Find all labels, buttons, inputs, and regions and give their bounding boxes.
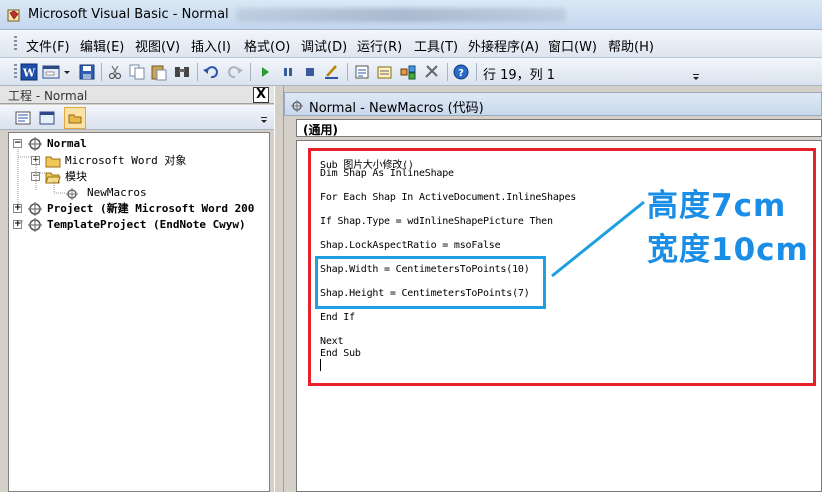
design-icon[interactable] [323, 63, 341, 81]
cut-icon[interactable] [106, 63, 124, 81]
app-icon[interactable] [6, 7, 22, 23]
code-line: Next [320, 336, 344, 347]
menu-run[interactable]: 运行(R) [357, 36, 402, 55]
undo-icon[interactable] [202, 63, 220, 81]
menu-grip[interactable] [14, 36, 17, 52]
project-explorer-header: 工程 - Normal X [0, 86, 274, 104]
project-icon[interactable] [353, 63, 371, 81]
stop-icon[interactable] [301, 63, 319, 81]
code-window-title-bar: Normal - NewMacros (代码) [284, 92, 822, 116]
save-icon[interactable] [78, 63, 96, 81]
menu-insert[interactable]: 插入(I) [191, 36, 231, 55]
object-dropdown[interactable]: (通用) [296, 119, 822, 137]
help-icon[interactable]: ? [452, 63, 470, 81]
code-line: If Shap.Type = wdInlineShapePicture Then [320, 216, 553, 227]
window-title: Microsoft Visual Basic - Normal [28, 7, 229, 22]
menu-tools[interactable]: 工具(T) [414, 36, 458, 55]
code-line: For Each Shap In ActiveDocument.InlineSh… [320, 192, 577, 203]
cursor-position: 行 19，列 1 [483, 68, 556, 83]
paste-icon[interactable] [150, 63, 168, 81]
object-browser-icon[interactable] [399, 63, 417, 81]
annotation-height: 高度7cm [647, 188, 787, 224]
chevron-down-icon[interactable] [258, 113, 270, 127]
module-icon [291, 100, 303, 112]
menu-edit[interactable]: 编辑(E) [80, 36, 124, 55]
form-icon[interactable] [42, 63, 60, 81]
menu-view[interactable]: 视图(V) [135, 36, 180, 55]
menu-window[interactable]: 窗口(W) [548, 36, 597, 55]
text-caret [320, 359, 321, 371]
code-line: Shap.Width = CentimetersToPoints(10) [320, 264, 530, 275]
code-line: Shap.LockAspectRatio = msoFalse [320, 240, 501, 251]
tree-item-label: NewMacros [87, 186, 147, 199]
standard-toolbar: W ? 行 19，列 1 [0, 58, 822, 86]
object-dropdown-value: (通用) [303, 123, 338, 137]
annotation-width: 宽度10cm [647, 232, 809, 268]
tree-connectors [17, 149, 65, 222]
toolbar-options-icon[interactable] [690, 64, 702, 84]
close-icon[interactable]: X [253, 87, 269, 103]
svg-text:?: ? [458, 68, 464, 79]
menu-file[interactable]: 文件(F) [26, 36, 70, 55]
word-icon[interactable]: W [20, 63, 38, 81]
project-explorer-toolbar [0, 105, 274, 130]
pause-icon[interactable] [279, 63, 297, 81]
code-line: End Sub [320, 348, 361, 359]
toolbox-icon[interactable] [423, 63, 441, 81]
project-tree: − Normal + Microsoft Word 对象 − 模块 NewMac… [8, 132, 270, 492]
code-line: Shap.Height = CentimetersToPoints(7) [320, 288, 530, 299]
pane-splitter[interactable] [274, 86, 284, 492]
project-explorer: 工程 - Normal X − Normal + Microsoft Word … [0, 86, 274, 492]
code-line: Dim Shap As InlineShape [320, 168, 454, 179]
redo-icon[interactable] [226, 63, 244, 81]
code-line: End If [320, 312, 355, 323]
menu-bar: 文件(F) 编辑(E) 视图(V) 插入(I) 格式(O) 调试(D) 运行(R… [0, 30, 822, 58]
title-bar: Microsoft Visual Basic - Normal [0, 0, 822, 30]
blurred-region [236, 8, 566, 22]
svg-text:W: W [22, 67, 36, 80]
view-code-icon[interactable] [14, 109, 32, 127]
code-window: Normal - NewMacros (代码) (通用) Sub 图片大小修改(… [284, 92, 822, 492]
menu-addins[interactable]: 外接程序(A) [468, 36, 539, 55]
properties-icon[interactable] [376, 63, 394, 81]
chevron-down-icon[interactable] [62, 63, 72, 81]
code-window-title: Normal - NewMacros (代码) [309, 101, 484, 116]
menu-format[interactable]: 格式(O) [244, 36, 290, 55]
toolbar-grip[interactable] [14, 64, 17, 80]
project-explorer-title: 工程 - Normal [8, 89, 88, 103]
find-icon[interactable] [173, 63, 191, 81]
menu-debug[interactable]: 调试(D) [301, 36, 347, 55]
view-object-icon[interactable] [38, 109, 56, 127]
toggle-folders-icon[interactable] [64, 107, 86, 129]
run-icon[interactable] [256, 63, 274, 81]
copy-icon[interactable] [128, 63, 146, 81]
menu-help[interactable]: 帮助(H) [608, 36, 654, 55]
